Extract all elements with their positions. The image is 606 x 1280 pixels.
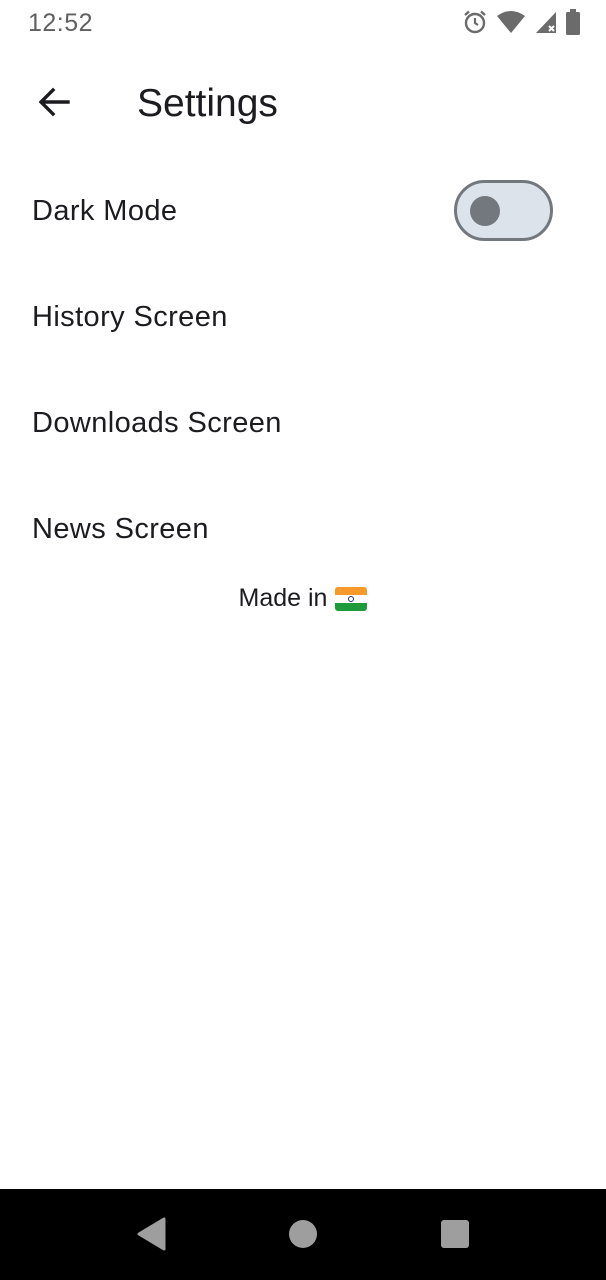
recents-square-icon [440, 1219, 470, 1254]
nav-recents-button[interactable] [435, 1216, 475, 1256]
system-nav-bar [0, 1189, 606, 1280]
dark-mode-toggle[interactable] [454, 180, 553, 241]
toggle-knob [470, 196, 500, 226]
setting-news-screen[interactable]: News Screen [0, 476, 606, 582]
home-circle-icon [288, 1219, 318, 1254]
alarm-icon [462, 9, 488, 35]
india-flag-icon [335, 586, 368, 611]
setting-label: History Screen [32, 300, 228, 333]
status-time: 12:52 [28, 9, 94, 37]
settings-list: Dark Mode History Screen Downloads Scree… [0, 158, 606, 582]
arrow-left-icon [37, 85, 71, 124]
nav-home-button[interactable] [283, 1216, 323, 1256]
setting-dark-mode[interactable]: Dark Mode [0, 158, 606, 264]
app-bar: Settings [0, 62, 606, 146]
back-button[interactable] [22, 72, 86, 136]
status-bar: 12:52 [0, 0, 606, 48]
battery-icon [566, 9, 580, 35]
made-in-note: Made in [0, 584, 606, 613]
setting-label: News Screen [32, 512, 209, 545]
cell-signal-icon [534, 10, 558, 34]
setting-downloads-screen[interactable]: Downloads Screen [0, 370, 606, 476]
setting-label: Downloads Screen [32, 406, 282, 439]
wifi-icon [496, 10, 526, 34]
page-title: Settings [137, 82, 278, 125]
status-icons [462, 9, 580, 35]
nav-back-button[interactable] [131, 1216, 171, 1256]
back-triangle-icon [135, 1217, 167, 1256]
setting-label: Dark Mode [32, 194, 178, 227]
setting-history-screen[interactable]: History Screen [0, 264, 606, 370]
made-in-text: Made in [238, 584, 328, 612]
